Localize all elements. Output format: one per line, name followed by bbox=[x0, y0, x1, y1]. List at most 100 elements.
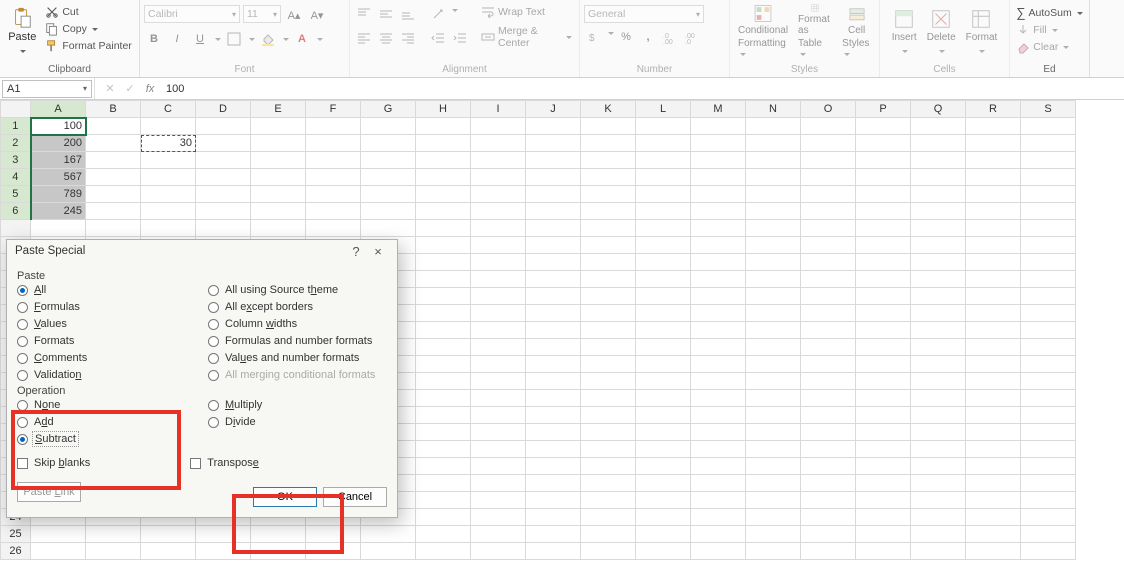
cell[interactable] bbox=[911, 509, 966, 526]
cell[interactable] bbox=[911, 186, 966, 203]
cell[interactable] bbox=[251, 135, 306, 152]
cell[interactable] bbox=[636, 237, 691, 254]
cell[interactable] bbox=[801, 254, 856, 271]
cell[interactable] bbox=[141, 152, 196, 169]
cell[interactable] bbox=[196, 526, 251, 543]
cell[interactable] bbox=[361, 203, 416, 220]
cell[interactable] bbox=[911, 169, 966, 186]
cell[interactable] bbox=[966, 203, 1021, 220]
cell[interactable] bbox=[911, 373, 966, 390]
column-header[interactable]: Q bbox=[911, 101, 966, 118]
cell[interactable] bbox=[1021, 305, 1076, 322]
paste-option-radio[interactable]: Values bbox=[17, 318, 196, 330]
fx-icon[interactable]: fx bbox=[140, 83, 160, 95]
cell[interactable] bbox=[416, 543, 471, 560]
cell[interactable] bbox=[581, 441, 636, 458]
cell[interactable] bbox=[581, 424, 636, 441]
cell[interactable] bbox=[691, 475, 746, 492]
format-as-table-button[interactable]: Format as Table bbox=[794, 2, 836, 62]
cell[interactable] bbox=[141, 526, 196, 543]
cell[interactable] bbox=[966, 305, 1021, 322]
column-header[interactable]: S bbox=[1021, 101, 1076, 118]
cell[interactable] bbox=[911, 118, 966, 135]
cell[interactable] bbox=[636, 424, 691, 441]
cell[interactable] bbox=[911, 492, 966, 509]
cell[interactable] bbox=[801, 492, 856, 509]
formula-bar-input[interactable]: 100 bbox=[160, 83, 1124, 95]
cell[interactable] bbox=[691, 373, 746, 390]
cell[interactable] bbox=[526, 526, 581, 543]
cell[interactable] bbox=[1021, 356, 1076, 373]
cell[interactable] bbox=[636, 356, 691, 373]
cell[interactable] bbox=[746, 526, 801, 543]
column-header[interactable]: F bbox=[306, 101, 361, 118]
cell[interactable] bbox=[416, 203, 471, 220]
cell[interactable] bbox=[746, 322, 801, 339]
cell[interactable] bbox=[306, 152, 361, 169]
cell[interactable] bbox=[581, 322, 636, 339]
paste-link-button[interactable]: Paste Link bbox=[17, 482, 81, 502]
cell[interactable] bbox=[801, 271, 856, 288]
cell[interactable] bbox=[801, 322, 856, 339]
cell-styles-button[interactable]: Cell Styles bbox=[838, 2, 875, 62]
cell[interactable] bbox=[911, 254, 966, 271]
cell[interactable] bbox=[471, 441, 526, 458]
align-center-icon[interactable] bbox=[376, 28, 396, 48]
cell[interactable] bbox=[636, 526, 691, 543]
cell[interactable] bbox=[966, 390, 1021, 407]
ok-button[interactable]: OK bbox=[253, 487, 317, 507]
cell[interactable] bbox=[911, 305, 966, 322]
cell[interactable] bbox=[911, 322, 966, 339]
autosum-button[interactable]: ∑ AutoSum bbox=[1013, 4, 1085, 21]
cell[interactable] bbox=[361, 543, 416, 560]
cell[interactable] bbox=[1021, 373, 1076, 390]
column-header[interactable]: I bbox=[471, 101, 526, 118]
cell[interactable] bbox=[911, 288, 966, 305]
cell[interactable] bbox=[1021, 288, 1076, 305]
align-middle-icon[interactable] bbox=[376, 4, 396, 24]
cell[interactable] bbox=[746, 203, 801, 220]
cell[interactable] bbox=[526, 305, 581, 322]
cell[interactable] bbox=[471, 339, 526, 356]
cell[interactable] bbox=[636, 186, 691, 203]
cell[interactable] bbox=[966, 186, 1021, 203]
cell[interactable] bbox=[691, 237, 746, 254]
cell[interactable] bbox=[526, 424, 581, 441]
cell[interactable] bbox=[691, 152, 746, 169]
cell[interactable] bbox=[1021, 475, 1076, 492]
cell[interactable] bbox=[526, 441, 581, 458]
cell[interactable] bbox=[1021, 458, 1076, 475]
cell[interactable] bbox=[856, 424, 911, 441]
cell[interactable] bbox=[801, 373, 856, 390]
column-header[interactable]: C bbox=[141, 101, 196, 118]
cell[interactable] bbox=[911, 237, 966, 254]
cell[interactable] bbox=[801, 458, 856, 475]
cell[interactable] bbox=[911, 203, 966, 220]
cell[interactable] bbox=[801, 288, 856, 305]
cell[interactable] bbox=[471, 509, 526, 526]
cell[interactable] bbox=[636, 339, 691, 356]
cell[interactable] bbox=[416, 237, 471, 254]
cell[interactable] bbox=[1021, 220, 1076, 237]
operation-option-radio[interactable]: None bbox=[17, 399, 196, 411]
column-header[interactable]: M bbox=[691, 101, 746, 118]
cell[interactable] bbox=[526, 407, 581, 424]
cell[interactable] bbox=[581, 152, 636, 169]
align-bottom-icon[interactable] bbox=[398, 4, 418, 24]
clear-button[interactable]: Clear bbox=[1013, 39, 1072, 55]
cell[interactable] bbox=[1021, 118, 1076, 135]
cell[interactable] bbox=[306, 543, 361, 560]
format-painter-button[interactable]: Format Painter bbox=[42, 38, 134, 54]
cell[interactable] bbox=[581, 458, 636, 475]
dialog-close-button[interactable]: × bbox=[367, 244, 389, 259]
cell[interactable] bbox=[746, 152, 801, 169]
cell[interactable] bbox=[746, 543, 801, 560]
cell[interactable] bbox=[526, 458, 581, 475]
cell[interactable] bbox=[801, 407, 856, 424]
cell[interactable] bbox=[856, 305, 911, 322]
cell[interactable] bbox=[966, 135, 1021, 152]
paste-option-radio[interactable]: Values and number formats bbox=[208, 352, 387, 364]
cell[interactable] bbox=[856, 509, 911, 526]
cell[interactable] bbox=[856, 543, 911, 560]
transpose-checkbox[interactable]: Transpose bbox=[190, 457, 259, 469]
